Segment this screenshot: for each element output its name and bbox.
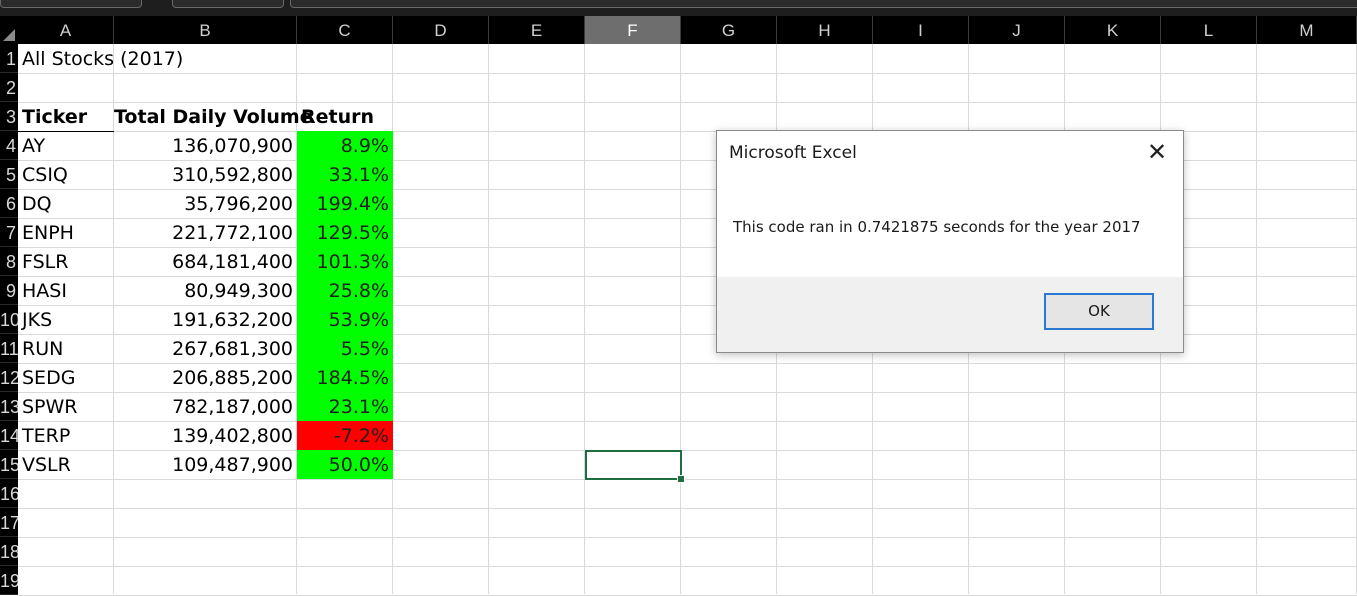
volume-cell[interactable]: 206,885,200 — [114, 363, 297, 392]
dialog-footer: OK — [717, 277, 1183, 352]
active-cell-f15[interactable] — [585, 450, 685, 483]
column-header-i[interactable]: I — [873, 16, 969, 44]
column-header-j[interactable]: J — [969, 16, 1065, 44]
row-header-8[interactable]: 8 — [0, 247, 18, 276]
ticker-cell[interactable]: TERP — [18, 421, 114, 450]
row-header-10[interactable]: 10 — [0, 305, 18, 334]
header-volume-cell[interactable]: Total Daily Volume — [114, 102, 313, 131]
row-header-7[interactable]: 7 — [0, 218, 18, 247]
grid-row-line — [18, 508, 1357, 509]
column-header-h[interactable]: H — [777, 16, 873, 44]
ticker-cell[interactable]: JKS — [18, 305, 114, 334]
grid-row-line — [18, 73, 1357, 74]
volume-cell[interactable]: 267,681,300 — [114, 334, 297, 363]
column-header-b[interactable]: B — [114, 16, 297, 44]
return-cell[interactable]: 33.1% — [297, 160, 393, 189]
row-header-15[interactable]: 15 — [0, 450, 18, 479]
ticker-cell[interactable]: HASI — [18, 276, 114, 305]
sheet-title-cell[interactable]: All Stocks (2017) — [18, 44, 318, 73]
grid-column-line — [680, 44, 681, 594]
ribbon-tab-shape[interactable] — [0, 0, 142, 8]
row-header-13[interactable]: 13 — [0, 392, 18, 421]
column-header-k[interactable]: K — [1065, 16, 1161, 44]
grid-row-line — [18, 537, 1357, 538]
row-header-2[interactable]: 2 — [0, 73, 18, 102]
ticker-cell[interactable]: RUN — [18, 334, 114, 363]
column-header-g[interactable]: G — [681, 16, 777, 44]
row-header-6[interactable]: 6 — [0, 189, 18, 218]
volume-cell[interactable]: 782,187,000 — [114, 392, 297, 421]
volume-cell[interactable]: 191,632,200 — [114, 305, 297, 334]
grid-row-line — [18, 479, 1357, 480]
column-header-d[interactable]: D — [393, 16, 489, 44]
ticker-cell[interactable]: VSLR — [18, 450, 114, 479]
ticker-cell[interactable]: ENPH — [18, 218, 114, 247]
ticker-cell[interactable]: SPWR — [18, 392, 114, 421]
window-top-bar — [0, 0, 1357, 16]
column-header-l[interactable]: L — [1161, 16, 1257, 44]
volume-cell[interactable]: 80,949,300 — [114, 276, 297, 305]
column-header-c[interactable]: C — [297, 16, 393, 44]
column-header-f[interactable]: F — [585, 16, 681, 44]
return-cell[interactable]: -7.2% — [297, 421, 393, 450]
return-cell[interactable]: 23.1% — [297, 392, 393, 421]
dialog-title: Microsoft Excel — [729, 143, 857, 163]
grid-column-line — [1256, 44, 1257, 594]
column-header-e[interactable]: E — [489, 16, 585, 44]
column-header-m[interactable]: M — [1257, 16, 1357, 44]
return-cell[interactable]: 50.0% — [297, 450, 393, 479]
ribbon-tab-shape[interactable] — [172, 0, 284, 8]
return-cell[interactable]: 129.5% — [297, 218, 393, 247]
select-all-corner[interactable] — [0, 16, 18, 44]
row-header-5[interactable]: 5 — [0, 160, 18, 189]
return-cell[interactable]: 25.8% — [297, 276, 393, 305]
ticker-cell[interactable]: CSIQ — [18, 160, 114, 189]
row-header-12[interactable]: 12 — [0, 363, 18, 392]
grid-row-line — [18, 566, 1357, 567]
volume-cell[interactable]: 109,487,900 — [114, 450, 297, 479]
ticker-cell[interactable]: SEDG — [18, 363, 114, 392]
row-header-1[interactable]: 1 — [0, 44, 18, 73]
row-header-4[interactable]: 4 — [0, 131, 18, 160]
select-all-triangle-icon — [3, 29, 15, 41]
close-icon[interactable]: ✕ — [1145, 141, 1169, 165]
volume-cell[interactable]: 684,181,400 — [114, 247, 297, 276]
header-ticker-cell[interactable]: Ticker — [18, 102, 114, 131]
grid-column-line — [584, 44, 585, 594]
return-cell[interactable]: 5.5% — [297, 334, 393, 363]
row-header-11[interactable]: 11 — [0, 334, 18, 363]
return-cell[interactable]: 8.9% — [297, 131, 393, 160]
return-cell[interactable]: 53.9% — [297, 305, 393, 334]
column-header-a[interactable]: A — [18, 16, 114, 44]
row-header-3[interactable]: 3 — [0, 102, 18, 131]
header-return-cell[interactable]: Return — [297, 102, 393, 131]
grid-column-line — [488, 44, 489, 594]
return-cell[interactable]: 184.5% — [297, 363, 393, 392]
row-header-17[interactable]: 17 — [0, 508, 18, 537]
return-cell[interactable]: 199.4% — [297, 189, 393, 218]
formula-bar-shape[interactable] — [290, 0, 1357, 8]
row-header-16[interactable]: 16 — [0, 479, 18, 508]
volume-cell[interactable]: 35,796,200 — [114, 189, 297, 218]
row-header-18[interactable]: 18 — [0, 537, 18, 566]
volume-cell[interactable]: 136,070,900 — [114, 131, 297, 160]
ticker-cell[interactable]: AY — [18, 131, 114, 160]
row-header-14[interactable]: 14 — [0, 421, 18, 450]
volume-cell[interactable]: 221,772,100 — [114, 218, 297, 247]
row-header-9[interactable]: 9 — [0, 276, 18, 305]
ok-button[interactable]: OK — [1044, 293, 1154, 330]
ticker-cell[interactable]: DQ — [18, 189, 114, 218]
row-header-19[interactable]: 19 — [0, 566, 18, 595]
ticker-cell[interactable]: FSLR — [18, 247, 114, 276]
message-dialog: Microsoft Excel ✕ This code ran in 0.742… — [716, 130, 1184, 353]
return-cell[interactable]: 101.3% — [297, 247, 393, 276]
fill-handle[interactable] — [677, 475, 685, 483]
header-underline — [18, 131, 114, 132]
dialog-message: This code ran in 0.7421875 seconds for t… — [733, 218, 1141, 236]
volume-cell[interactable]: 310,592,800 — [114, 160, 297, 189]
volume-cell[interactable]: 139,402,800 — [114, 421, 297, 450]
